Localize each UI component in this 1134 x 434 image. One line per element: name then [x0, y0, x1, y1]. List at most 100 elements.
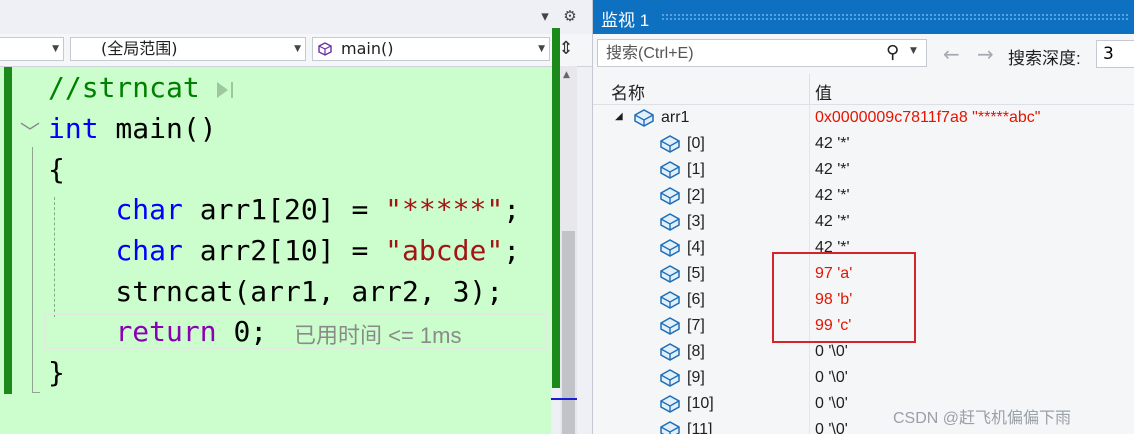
- search-box[interactable]: ⚲ ▼: [597, 39, 927, 67]
- code-token: strncat(arr1, arr2, 3);: [48, 275, 504, 308]
- watch-item-name: [6]: [687, 291, 705, 308]
- variable-cube-icon: [659, 186, 681, 206]
- watch-item-value[interactable]: 42 '*': [815, 187, 850, 205]
- function-dropdown-label: main(): [341, 39, 394, 58]
- watch-item-name: [9]: [687, 369, 705, 386]
- code-line[interactable]: strncat(arr1, arr2, 3);: [48, 272, 503, 312]
- variable-cube-icon: [659, 394, 681, 414]
- variable-cube-icon: [659, 316, 681, 336]
- caret-position-marker: [551, 398, 577, 400]
- highlight-annotation-box: [772, 252, 916, 343]
- run-to-cursor-icon[interactable]: [214, 79, 236, 101]
- scope-dropdown[interactable]: (全局范围) ▼: [70, 37, 306, 61]
- code-token: ;: [503, 234, 521, 267]
- variable-cube-icon: [659, 290, 681, 310]
- code-token: char: [115, 234, 183, 267]
- change-tracking-bar-right: [552, 28, 560, 388]
- chevron-down-icon: ▼: [538, 44, 545, 54]
- search-previous-icon[interactable]: ←: [943, 42, 960, 66]
- watch-row[interactable]: [9] 0 '\0': [593, 365, 1134, 391]
- code-token: }: [48, 356, 65, 389]
- watch-column-headers: 名称 值: [593, 74, 1134, 105]
- variable-cube-icon: [659, 134, 681, 154]
- code-token: return: [115, 315, 217, 348]
- watch-item-value[interactable]: 0 '\0': [815, 369, 848, 387]
- chevron-down-icon: ▼: [52, 44, 59, 54]
- code-line[interactable]: }: [48, 353, 65, 393]
- code-token: ;: [503, 193, 521, 226]
- code-line[interactable]: char arr1[20] = "*****";: [48, 190, 520, 230]
- watch-item-name: [3]: [687, 213, 705, 230]
- code-editor[interactable]: ﹀ //strncat int main() { char arr1[20] = "…: [0, 67, 551, 434]
- variable-cube-icon: [659, 238, 681, 258]
- code-token: arr1[20] =: [182, 193, 386, 226]
- elapsed-time-hint: 已用时间 <= 1ms: [294, 323, 462, 348]
- code-token: int: [48, 112, 99, 145]
- watch-item-value[interactable]: 42 '*': [815, 161, 850, 179]
- watch-item-name: [4]: [687, 239, 705, 256]
- watch-row[interactable]: [3] 42 '*': [593, 209, 1134, 235]
- change-tracking-bar: [4, 67, 12, 394]
- search-depth-label: 搜索深度:: [1008, 49, 1081, 68]
- watch-row[interactable]: [2] 42 '*': [593, 183, 1134, 209]
- watch-item-name: [10]: [687, 395, 714, 412]
- editor-navigation-bar: ▼ (全局范围) ▼ main() ▼: [0, 34, 592, 67]
- search-icon[interactable]: ⚲: [886, 42, 899, 63]
- scrollbar-thumb[interactable]: [562, 231, 575, 434]
- variable-cube-icon: [659, 342, 681, 362]
- column-divider[interactable]: [809, 74, 810, 104]
- watch-item-value[interactable]: 42 '*': [815, 213, 850, 231]
- search-depth-input[interactable]: 3: [1096, 40, 1134, 68]
- watch-window: 监视 1 ⚲ ▼ ← → 搜索深度: 3 名称 值 ◢ arr1 0x0000009…: [592, 0, 1134, 434]
- watch-item-value[interactable]: 0x0000009c7811f7a8 "*****abc": [815, 109, 1040, 127]
- watch-item-name: [1]: [687, 161, 705, 178]
- code-line[interactable]: return 0;: [48, 312, 267, 352]
- watch-title-bar[interactable]: 监视 1: [593, 0, 1134, 34]
- chevron-down-icon[interactable]: ▼: [910, 46, 917, 56]
- code-line[interactable]: {: [48, 150, 65, 190]
- expanded-triangle-icon[interactable]: ◢: [615, 111, 623, 122]
- code-token: //strncat: [48, 71, 200, 104]
- column-header-value[interactable]: 值: [815, 79, 832, 104]
- watch-row[interactable]: [1] 42 '*': [593, 157, 1134, 183]
- code-line[interactable]: int main(): [48, 109, 217, 149]
- watch-item-name: [8]: [687, 343, 705, 360]
- code-token: 0;: [216, 315, 268, 348]
- variable-cube-icon: [659, 420, 681, 434]
- watermark: CSDN @赶飞机偏偏下雨: [893, 410, 1072, 427]
- watch-item-value[interactable]: 42 '*': [815, 135, 850, 153]
- outline-bracket-end: [32, 392, 40, 393]
- watch-item-value[interactable]: 0 '\0': [815, 343, 848, 361]
- code-token: {: [48, 153, 65, 186]
- watch-item-name: [5]: [687, 265, 705, 282]
- watch-item-value[interactable]: 0 '\0': [815, 395, 848, 413]
- code-line[interactable]: char arr2[10] = "abcde";: [48, 231, 520, 271]
- variable-cube-icon: [659, 368, 681, 388]
- chevron-down-icon[interactable]: ▾: [536, 7, 554, 25]
- variable-cube-icon: [633, 108, 655, 128]
- watch-row[interactable]: ◢ arr1 0x0000009c7811f7a8 "*****abc": [593, 105, 1134, 131]
- watch-row[interactable]: [0] 42 '*': [593, 131, 1134, 157]
- code-token: "abcde": [385, 234, 504, 267]
- watch-item-value[interactable]: 0 '\0': [815, 421, 848, 434]
- search-next-icon[interactable]: →: [977, 42, 994, 66]
- gear-icon[interactable]: ⚙: [561, 7, 579, 25]
- column-header-name[interactable]: 名称: [611, 79, 645, 104]
- editor-toolbar: ▾ ⚙: [0, 0, 592, 34]
- watch-item-name: [7]: [687, 317, 705, 334]
- scroll-up-arrow-icon[interactable]: ▲: [563, 70, 570, 80]
- code-line[interactable]: //strncat: [48, 68, 200, 108]
- chevron-down-icon: ▼: [294, 44, 301, 54]
- function-dropdown[interactable]: main() ▼: [312, 37, 550, 61]
- editor-vertical-scrollbar[interactable]: ▲: [560, 66, 577, 434]
- watch-item-name: [11]: [687, 421, 713, 434]
- function-cube-icon: [318, 42, 332, 56]
- search-input[interactable]: [604, 41, 878, 67]
- collapse-chevron-icon[interactable]: ﹀: [20, 116, 40, 145]
- outline-bracket: [32, 147, 33, 392]
- project-dropdown[interactable]: ▼: [0, 37, 64, 61]
- variable-cube-icon: [659, 160, 681, 180]
- title-bar-grip[interactable]: [661, 13, 1129, 22]
